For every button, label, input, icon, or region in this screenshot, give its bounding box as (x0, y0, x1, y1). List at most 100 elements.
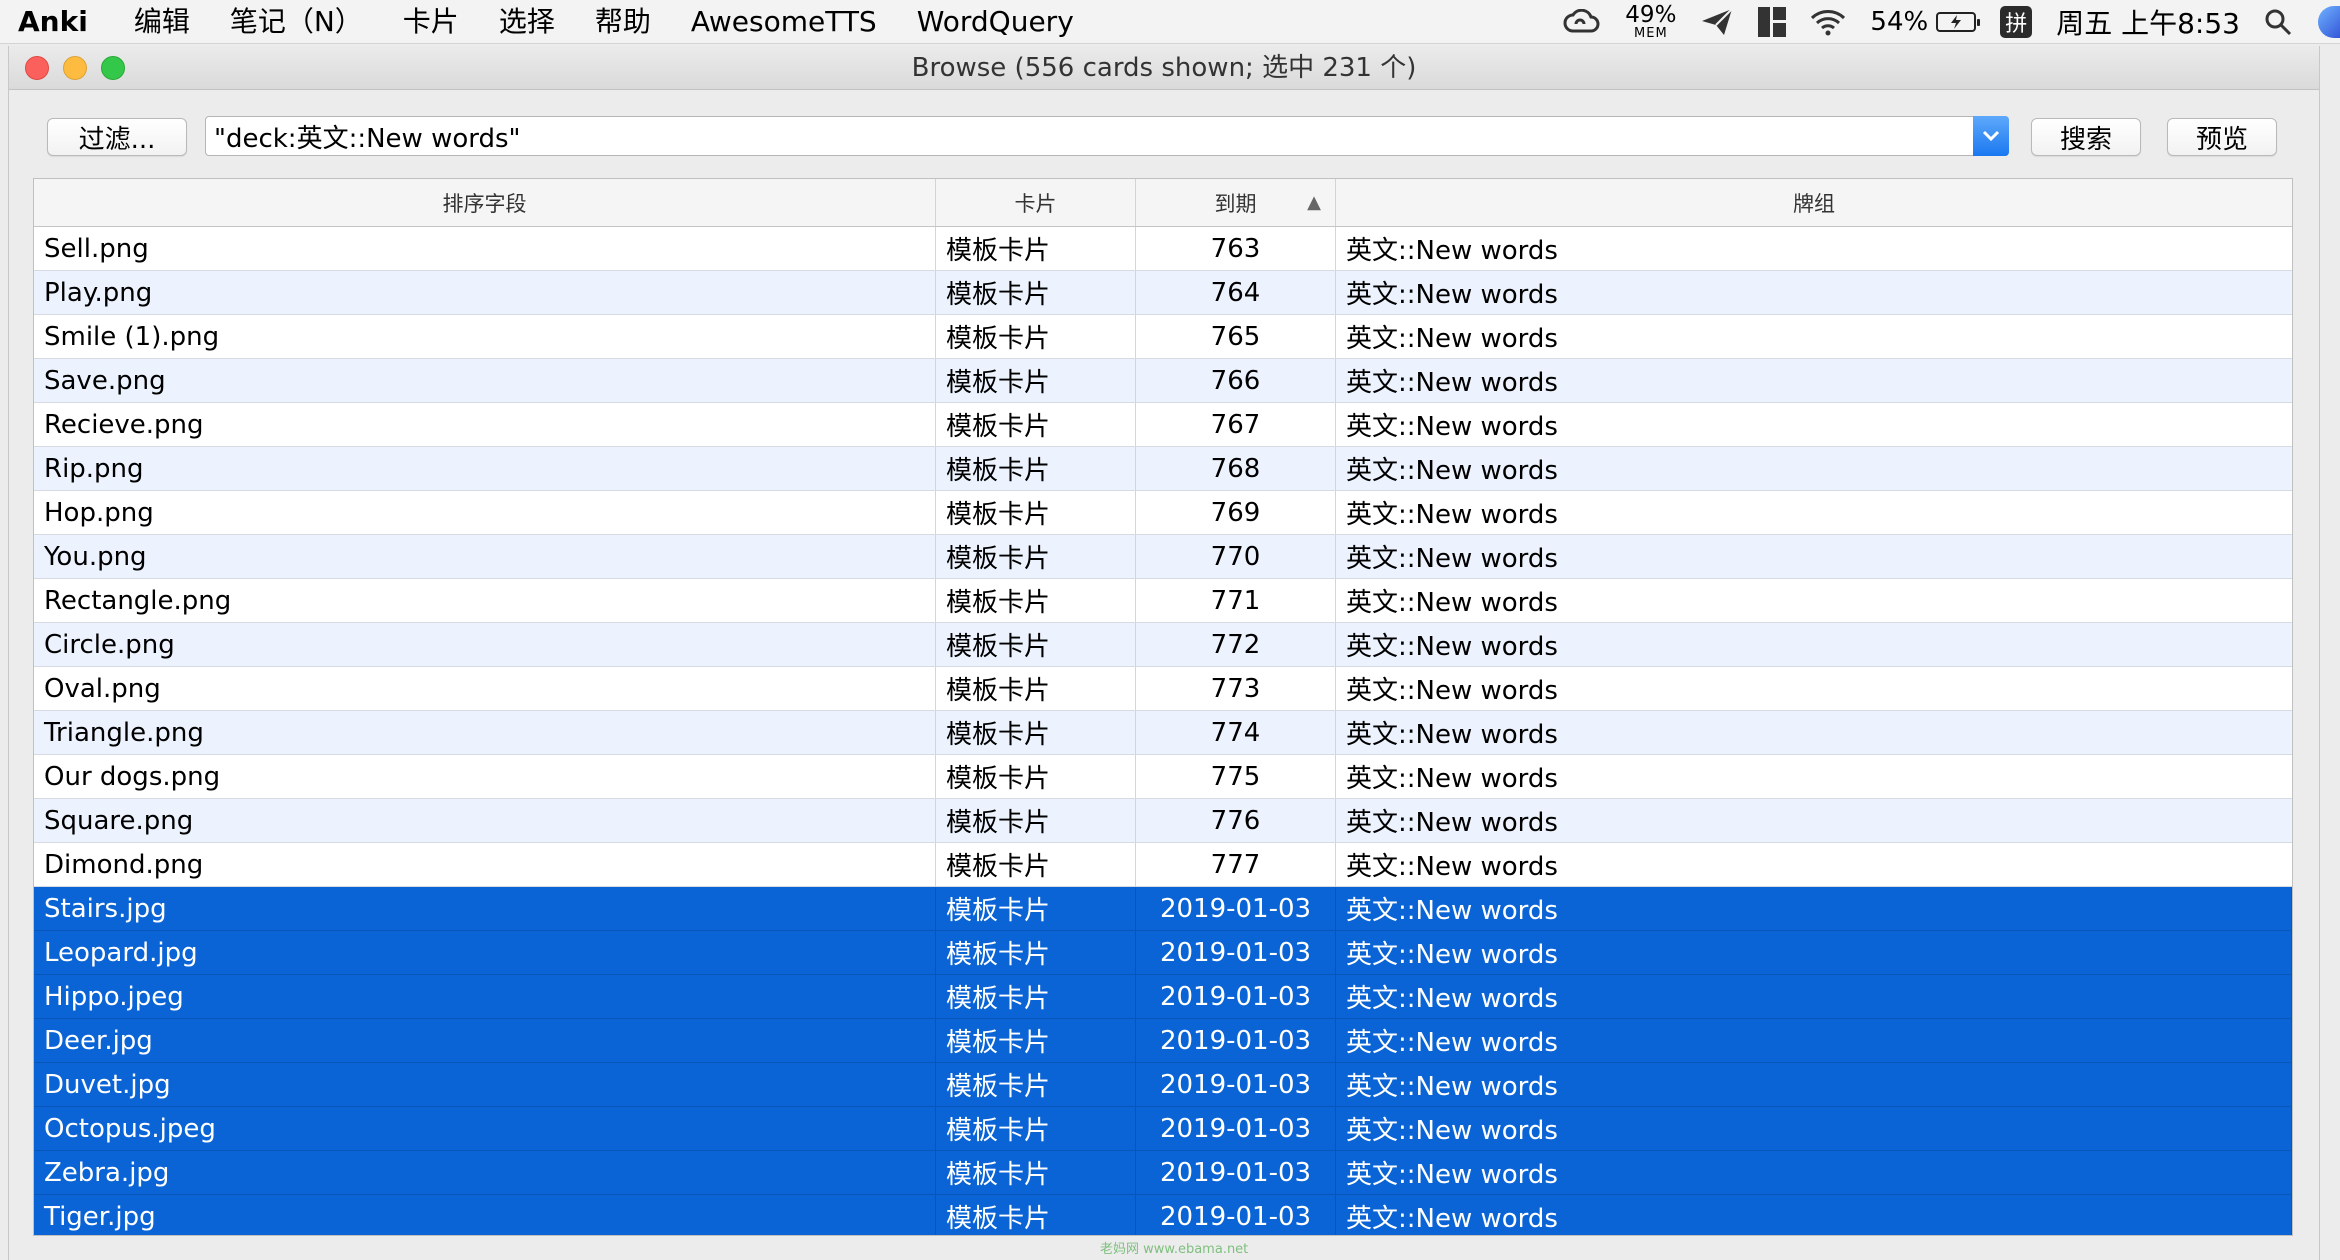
table-row[interactable]: Sell.png 模板卡片 763 英文::New words (34, 227, 2292, 271)
table-row[interactable]: Oval.png 模板卡片 773 英文::New words (34, 667, 2292, 711)
card-table: 排序字段 卡片 到期 ▲ 牌组 Sell.png 模板卡片 763 英文::New… (33, 178, 2293, 1236)
cell-deck: 英文::New words (1336, 1107, 2292, 1150)
cell-deck: 英文::New words (1336, 975, 2292, 1018)
cell-sort-field: Dimond.png (34, 843, 936, 886)
spotlight-search-icon[interactable] (2264, 8, 2292, 36)
cell-card: 模板卡片 (936, 667, 1136, 710)
cell-card: 模板卡片 (936, 931, 1136, 974)
table-row[interactable]: Smile (1).png 模板卡片 765 英文::New words (34, 315, 2292, 359)
menu-select[interactable]: 选择 (479, 0, 575, 44)
column-header-due[interactable]: 到期 ▲ (1136, 179, 1336, 226)
column-header-deck[interactable]: 牌组 (1336, 179, 2292, 226)
table-row[interactable]: Dimond.png 模板卡片 777 英文::New words (34, 843, 2292, 887)
cell-due: 770 (1136, 535, 1336, 578)
table-row[interactable]: You.png 模板卡片 770 英文::New words (34, 535, 2292, 579)
cell-sort-field: Stairs.jpg (34, 887, 936, 930)
column-header-card[interactable]: 卡片 (936, 179, 1136, 226)
cell-sort-field: Circle.png (34, 623, 936, 666)
cell-due: 766 (1136, 359, 1336, 402)
cell-card: 模板卡片 (936, 755, 1136, 798)
cell-sort-field: Hippo.jpeg (34, 975, 936, 1018)
table-row[interactable]: Deer.jpg 模板卡片 2019-01-03 英文::New words (34, 1019, 2292, 1063)
cell-sort-field: Sell.png (34, 227, 936, 270)
clock[interactable]: 周五 上午8:53 (2056, 2, 2240, 42)
cell-deck: 英文::New words (1336, 1195, 2292, 1235)
status-area: 49% MEM 54% 拼 周五 上午8:53 (1551, 0, 2340, 44)
table-row[interactable]: Our dogs.png 模板卡片 775 英文::New words (34, 755, 2292, 799)
table-row[interactable]: Hop.png 模板卡片 769 英文::New words (34, 491, 2292, 535)
menu-note[interactable]: 笔记（N） (210, 0, 383, 44)
cell-card: 模板卡片 (936, 1151, 1136, 1194)
search-input[interactable] (206, 117, 1972, 155)
table-row[interactable]: Play.png 模板卡片 764 英文::New words (34, 271, 2292, 315)
column-header-sort-field[interactable]: 排序字段 (34, 179, 936, 226)
cell-due: 2019-01-03 (1136, 931, 1336, 974)
menu-edit[interactable]: 编辑 (114, 0, 210, 44)
cell-due: 2019-01-03 (1136, 975, 1336, 1018)
table-row[interactable]: Recieve.png 模板卡片 767 英文::New words (34, 403, 2292, 447)
cell-card: 模板卡片 (936, 403, 1136, 446)
table-row[interactable]: Triangle.png 模板卡片 774 英文::New words (34, 711, 2292, 755)
battery-status[interactable]: 54% (1870, 7, 1981, 37)
table-row[interactable]: Save.png 模板卡片 766 英文::New words (34, 359, 2292, 403)
table-row[interactable]: Octopus.jpeg 模板卡片 2019-01-03 英文::New wor… (34, 1107, 2292, 1151)
filter-button[interactable]: 过滤... (47, 118, 187, 156)
cell-sort-field: Deer.jpg (34, 1019, 936, 1062)
sort-ascending-icon: ▲ (1307, 192, 1321, 213)
cell-card: 模板卡片 (936, 1107, 1136, 1150)
input-method-menu[interactable]: 拼 (2000, 6, 2033, 38)
cell-card: 模板卡片 (936, 1195, 1136, 1235)
menu-help[interactable]: 帮助 (575, 0, 671, 44)
cell-due: 767 (1136, 403, 1336, 446)
cell-deck: 英文::New words (1346, 280, 1558, 310)
window-layout-icon[interactable] (1758, 7, 1787, 37)
cell-card: 模板卡片 (936, 887, 1136, 930)
cell-card: 模板卡片 (936, 579, 1136, 622)
cell-deck: 英文::New words (1346, 412, 1558, 442)
menu-wordquery[interactable]: WordQuery (897, 0, 1094, 44)
table-row[interactable]: Rip.png 模板卡片 768 英文::New words (34, 447, 2292, 491)
table-row[interactable]: Hippo.jpeg 模板卡片 2019-01-03 英文::New words (34, 975, 2292, 1019)
title-bar[interactable]: Browse (556 cards shown; 选中 231 个) (9, 46, 2319, 90)
cell-card: 模板卡片 (936, 271, 1136, 314)
table-row[interactable]: Rectangle.png 模板卡片 771 英文::New words (34, 579, 2292, 623)
cell-sort-field: Tiger.jpg (34, 1195, 936, 1235)
cell-sort-field: Save.png (34, 359, 936, 402)
cell-due: 769 (1136, 491, 1336, 534)
table-row[interactable]: Zebra.jpg 模板卡片 2019-01-03 英文::New words (34, 1151, 2292, 1195)
search-history-dropdown[interactable] (1973, 116, 2009, 156)
cell-sort-field: Rectangle.png (34, 579, 936, 622)
cell-sort-field: Rip.png (34, 447, 936, 490)
cell-due: 2019-01-03 (1136, 1063, 1336, 1106)
paper-plane-icon[interactable] (1700, 7, 1734, 37)
cell-card: 模板卡片 (936, 491, 1136, 534)
menu-awesometts[interactable]: AwesomeTTS (671, 0, 897, 44)
cell-card: 模板卡片 (936, 1063, 1136, 1106)
table-row[interactable]: Square.png 模板卡片 776 英文::New words (34, 799, 2292, 843)
table-row[interactable]: Duvet.jpg 模板卡片 2019-01-03 英文::New words (34, 1063, 2292, 1107)
table-row[interactable]: Circle.png 模板卡片 772 英文::New words (34, 623, 2292, 667)
column-header-label: 牌组 (1793, 191, 1835, 216)
cell-due: 771 (1136, 579, 1336, 622)
wifi-icon[interactable] (1810, 8, 1846, 36)
memory-monitor[interactable]: 49% MEM (1625, 4, 1676, 41)
cell-sort-field: Oval.png (34, 667, 936, 710)
battery-icon (1936, 12, 1981, 32)
search-combobox[interactable] (205, 116, 2009, 156)
app-menu-anki[interactable]: Anki (14, 0, 114, 44)
table-row[interactable]: Stairs.jpg 模板卡片 2019-01-03 英文::New words (34, 887, 2292, 931)
cell-due: 776 (1136, 799, 1336, 842)
search-button[interactable]: 搜索 (2031, 118, 2141, 156)
siri-icon[interactable] (2318, 6, 2340, 38)
creative-cloud-icon[interactable] (1563, 9, 1601, 35)
cell-card: 模板卡片 (936, 535, 1136, 578)
table-row[interactable]: Tiger.jpg 模板卡片 2019-01-03 英文::New words (34, 1195, 2292, 1235)
cell-due: 2019-01-03 (1136, 1107, 1336, 1150)
cell-deck: 英文::New words (1346, 632, 1558, 662)
preview-button[interactable]: 预览 (2167, 118, 2277, 156)
cell-due: 765 (1136, 315, 1336, 358)
cell-deck: 英文::New words (1336, 1019, 2292, 1062)
cell-due: 772 (1136, 623, 1336, 666)
menu-cards[interactable]: 卡片 (383, 0, 479, 44)
table-row[interactable]: Leopard.jpg 模板卡片 2019-01-03 英文::New word… (34, 931, 2292, 975)
